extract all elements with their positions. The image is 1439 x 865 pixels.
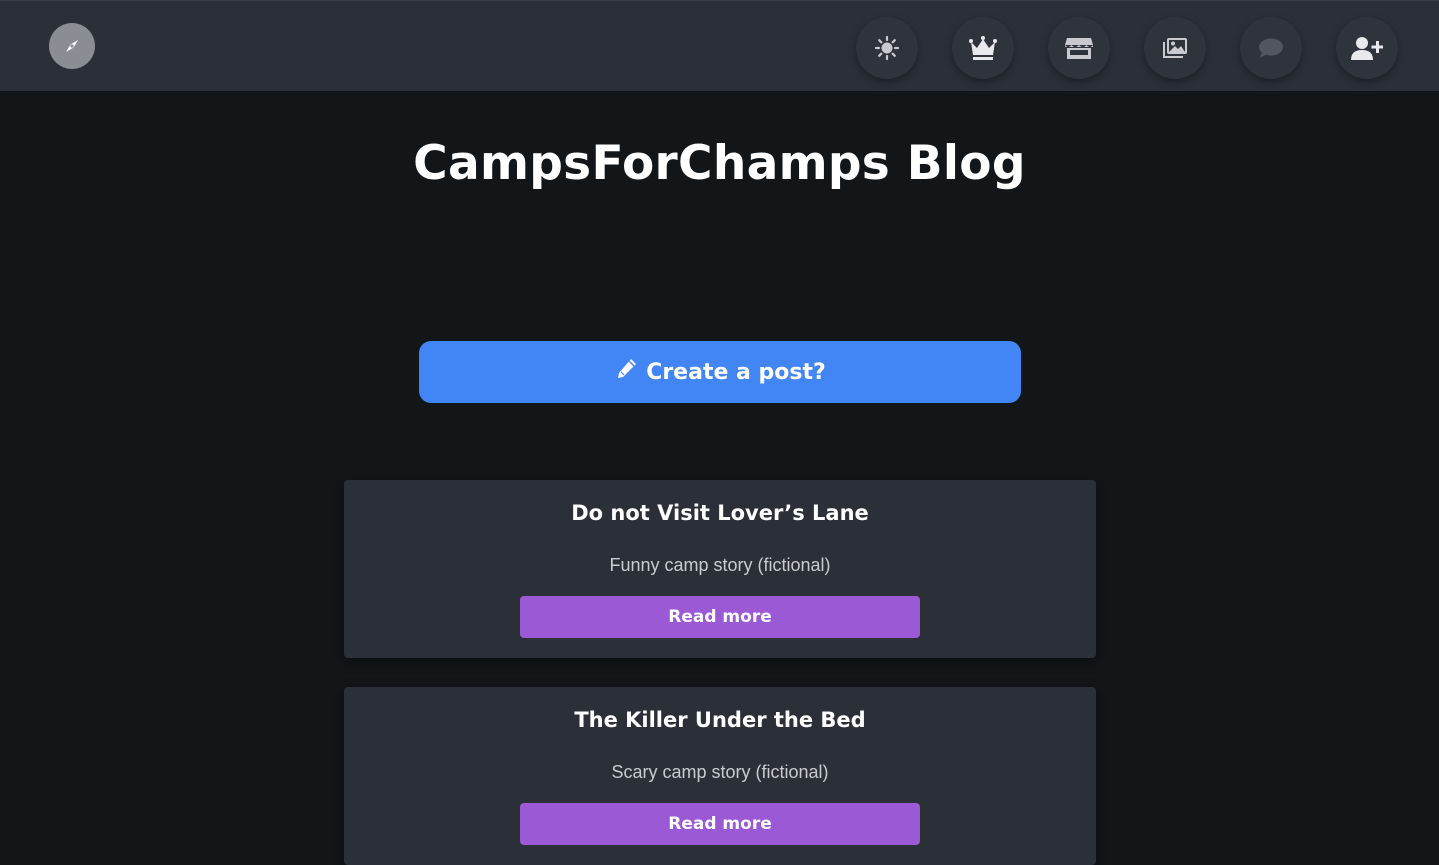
post-card: Do not Visit Lover’s Lane Funny camp sto… — [344, 480, 1096, 658]
post-card: The Killer Under the Bed Scary camp stor… — [344, 687, 1096, 865]
pencil-icon — [614, 357, 638, 387]
store-icon[interactable] — [1048, 17, 1110, 79]
top-navbar — [0, 0, 1439, 91]
post-subtitle: Funny camp story (fictional) — [609, 555, 831, 575]
create-post-button[interactable]: Create a post? — [419, 341, 1021, 403]
nav-icon-group — [856, 17, 1398, 79]
sun-icon[interactable] — [856, 17, 918, 79]
post-title: The Killer Under the Bed — [574, 708, 866, 732]
post-subtitle: Scary camp story (fictional) — [611, 762, 829, 782]
crown-icon[interactable] — [952, 17, 1014, 79]
page-title: CampsForChamps Blog — [413, 136, 1026, 191]
images-icon[interactable] — [1144, 17, 1206, 79]
read-more-button[interactable]: Read more — [520, 596, 920, 638]
post-title: Do not Visit Lover’s Lane — [571, 501, 869, 525]
user-plus-icon[interactable] — [1336, 17, 1398, 79]
read-more-button[interactable]: Read more — [520, 803, 920, 845]
compass-icon[interactable] — [49, 23, 95, 69]
create-post-label: Create a post? — [646, 359, 826, 385]
chat-icon[interactable] — [1240, 17, 1302, 79]
